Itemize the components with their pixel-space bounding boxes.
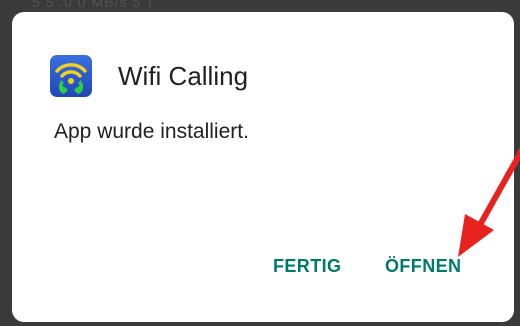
status-bar-text: 5 5 .0 0 MB/s 5 T — [32, 0, 156, 10]
open-button[interactable]: ÖFFNEN — [385, 256, 461, 277]
wifi-calling-app-icon — [50, 55, 92, 97]
dialog-title: Wifi Calling — [118, 61, 249, 91]
dialog-header: Wifi Calling — [50, 55, 248, 97]
done-button[interactable]: FERTIG — [273, 256, 341, 277]
dialog-message: App wurde installiert. — [54, 120, 249, 143]
